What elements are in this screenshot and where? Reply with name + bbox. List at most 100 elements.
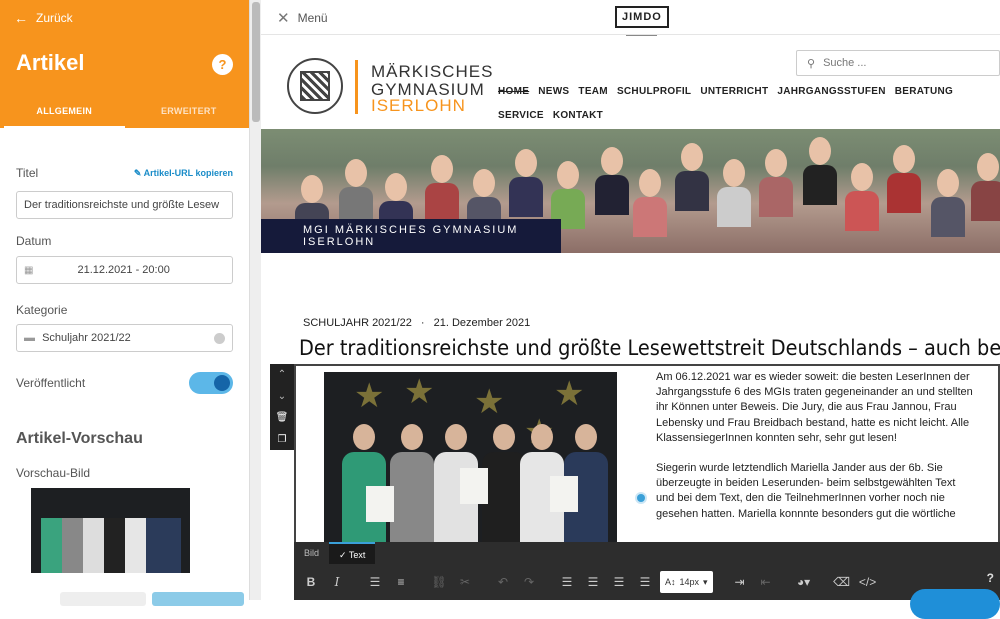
nav-schulprofil[interactable]: SCHULPROFIL: [617, 80, 691, 104]
calendar-icon: ▦: [24, 264, 34, 276]
post-date: 21. Dezember 2021: [433, 317, 531, 329]
scrollbar-thumb[interactable]: [252, 2, 260, 122]
menu-label: Menü: [297, 11, 328, 25]
date-field[interactable]: ▦ 21.12.2021 - 20:00: [16, 256, 233, 284]
duplicate-icon[interactable]: ❐: [278, 434, 287, 445]
bullet-list-icon[interactable]: ≡: [390, 571, 412, 593]
undo-icon[interactable]: ↶: [492, 571, 514, 593]
nav-unterricht[interactable]: UNTERRICHT: [700, 80, 768, 104]
redo-icon[interactable]: ↷: [518, 571, 540, 593]
indent-icon[interactable]: ⇥: [729, 571, 751, 593]
back-button[interactable]: ← Zurück: [14, 10, 73, 26]
preview-image-label: Vorschau-Bild: [16, 466, 91, 480]
search-placeholder: Suche ...: [823, 57, 867, 69]
title-label: Titel: [16, 166, 39, 180]
copy-url-link[interactable]: ✎ Artikel-URL kopieren: [134, 168, 233, 179]
nav-service[interactable]: SERVICE: [498, 104, 544, 128]
title-label-row: Titel ✎ Artikel-URL kopieren: [16, 166, 233, 180]
jimdo-logo: JIMDO: [615, 6, 669, 28]
nav-team[interactable]: TEAM: [578, 80, 608, 104]
editor-tabs: Bild ✓ Text: [294, 542, 1000, 564]
move-up-icon[interactable]: ⌃: [278, 369, 286, 380]
category-select[interactable]: ▬ Schuljahr 2021/22: [16, 324, 233, 352]
nav-kontakt[interactable]: KONTAKT: [553, 104, 603, 128]
nav-home[interactable]: HOME: [498, 80, 529, 104]
arrow-left-icon: ←: [14, 10, 28, 26]
folder-icon: ▬: [24, 332, 35, 344]
font-size-select[interactable]: A↕ 14px ▾: [660, 571, 713, 593]
font-size-icon: A↕: [665, 577, 676, 587]
align-center-icon[interactable]: ☰: [582, 571, 604, 593]
close-icon: ✕: [277, 10, 290, 27]
date-value: 21.12.2021 - 20:00: [77, 264, 170, 276]
caret-down-icon: ▾: [703, 576, 708, 587]
cancel-button[interactable]: [60, 592, 146, 606]
preview-heading: Artikel-Vorschau: [16, 430, 143, 447]
logo-line-3: ISERLOHN: [371, 96, 466, 115]
post-category[interactable]: SCHULJAHR 2021/22: [303, 317, 412, 329]
search-icon: ⚲: [807, 57, 816, 70]
italic-icon[interactable]: I: [326, 571, 348, 593]
outdent-icon[interactable]: ⇤: [755, 571, 777, 593]
menu-button[interactable]: ✕ Menü: [277, 9, 328, 27]
unlink-icon[interactable]: ✂: [454, 571, 476, 593]
link-icon[interactable]: ⛓: [428, 571, 450, 593]
code-icon[interactable]: </>: [857, 571, 879, 593]
align-justify-icon[interactable]: ☰: [608, 571, 630, 593]
panel-scrollbar[interactable]: [249, 0, 261, 600]
meta-separator: ·: [420, 317, 425, 329]
tab-text[interactable]: ✓ Text: [329, 542, 376, 564]
hero-staff-photo: MGI MÄRKISCHES GYMNASIUM ISERLOHN: [261, 129, 1000, 253]
tab-allgemein[interactable]: ALLGEMEIN: [4, 102, 125, 128]
published-row: Veröffentlicht: [16, 372, 233, 394]
font-size-value: 14px: [679, 577, 700, 587]
article-photo[interactable]: ★ ★ ★ ★ ★: [324, 372, 617, 542]
preview-image[interactable]: [31, 488, 190, 573]
help-icon[interactable]: ?: [212, 54, 233, 75]
link-icon: ✎: [133, 167, 144, 178]
post-title[interactable]: Der traditionsreichste und größte Lesewe…: [299, 336, 1000, 360]
eraser-icon[interactable]: ⌫: [831, 571, 853, 593]
bold-icon[interactable]: B: [300, 571, 322, 593]
paragraph-handle[interactable]: [637, 494, 645, 502]
color-picker-icon[interactable]: ◕▾: [793, 571, 815, 593]
date-label: Datum: [16, 234, 52, 248]
ordered-list-icon[interactable]: ☰: [364, 571, 386, 593]
help-icon[interactable]: ?: [987, 571, 994, 585]
paragraph-2[interactable]: Siegerin wurde letztendlich Mariella Jan…: [656, 461, 976, 522]
search-field[interactable]: ⚲ Suche ...: [796, 50, 1000, 76]
move-down-icon[interactable]: ⌄: [278, 391, 286, 402]
save-button[interactable]: [152, 592, 244, 606]
published-label: Veröffentlicht: [16, 376, 86, 390]
category-value: Schuljahr 2021/22: [42, 332, 131, 344]
title-input[interactable]: Der traditionsreichste und größte Lesew: [16, 191, 233, 219]
category-label: Kategorie: [16, 303, 68, 317]
nav-news[interactable]: NEWS: [538, 80, 569, 104]
copy-url-label: Artikel-URL kopieren: [143, 167, 233, 178]
module-actions: ⌃ ⌄ 🗑 ❐: [270, 364, 294, 450]
clear-icon[interactable]: [214, 332, 225, 344]
panel-header: ← Zurück Artikel ? ALLGEMEIN ERWEITERT: [0, 0, 249, 128]
published-toggle[interactable]: [189, 372, 233, 394]
align-right-icon[interactable]: ☰: [634, 571, 656, 593]
tab-text-label: Text: [348, 550, 366, 560]
nav-jahrgangsstufen[interactable]: JAHRGANGSSTUFEN: [777, 80, 885, 104]
tab-erweitert[interactable]: ERWEITERT: [129, 102, 250, 128]
preview-kids: [41, 518, 181, 573]
website-preview: MÄRKISCHES GYMNASIUM ISERLOHN ⚲ Suche ..…: [261, 36, 1000, 600]
top-bar: ✕ Menü JIMDO: [261, 0, 1000, 35]
paragraph-1[interactable]: Am 06.12.2021 war es wieder soweit: die …: [656, 370, 976, 446]
article-text[interactable]: Am 06.12.2021 war es wieder soweit: die …: [656, 370, 976, 537]
logo-divider: [355, 60, 358, 114]
chat-button[interactable]: [910, 589, 1000, 619]
trash-icon[interactable]: 🗑: [276, 412, 289, 423]
nav-beratung[interactable]: BERATUNG: [895, 80, 953, 104]
post-meta: SCHULJAHR 2021/22 · 21. Dezember 2021: [303, 317, 530, 329]
back-label: Zurück: [36, 11, 73, 25]
panel-tabs: ALLGEMEIN ERWEITERT: [0, 102, 249, 128]
tab-bild[interactable]: Bild: [294, 542, 329, 564]
text-toolbar: B I ☰ ≡ ⛓ ✂ ↶ ↷ ☰ ☰ ☰ ☰ A↕ 14px ▾ ⇥ ⇤ ◕▾…: [294, 564, 1000, 600]
hero-caption: MGI MÄRKISCHES GYMNASIUM ISERLOHN: [261, 219, 561, 253]
article-settings-panel: ← Zurück Artikel ? ALLGEMEIN ERWEITERT T…: [0, 0, 249, 600]
align-left-icon[interactable]: ☰: [556, 571, 578, 593]
